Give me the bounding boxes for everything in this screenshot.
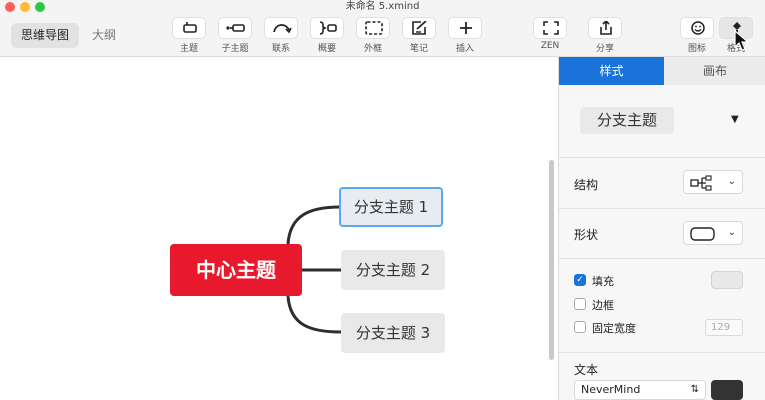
- relationship-button[interactable]: 联系: [262, 17, 300, 55]
- subtopic-button[interactable]: 子主题: [216, 17, 254, 55]
- shape-label: 形状: [574, 228, 599, 242]
- note-button[interactable]: 笔记: [400, 17, 438, 55]
- subtopic-icon: [218, 17, 252, 39]
- boundary-label: 外框: [363, 44, 382, 54]
- fixed-width-checkbox[interactable]: [574, 321, 586, 333]
- note-label: 笔记: [409, 44, 428, 54]
- tab-mindmap[interactable]: 思维导图: [11, 23, 79, 48]
- share-button[interactable]: 分享: [586, 17, 624, 55]
- format-panel: 样式 画布 分支主题 ▼ 结构 ⌄ 形状 ⌄ ✓ 填充 边框 固定宽度 129 …: [558, 57, 765, 400]
- font-color-swatch[interactable]: [711, 380, 743, 400]
- structure-label: 结构: [574, 178, 599, 192]
- icon-button[interactable]: 图标: [678, 17, 716, 55]
- chevron-down-icon: ⌄: [727, 176, 736, 187]
- insert-label: 插入: [455, 44, 474, 54]
- shape-picker[interactable]: ⌄: [683, 221, 743, 245]
- plus-icon: [448, 17, 482, 39]
- tab-outline[interactable]: 大纲: [85, 23, 123, 48]
- text-label: 文本: [574, 363, 599, 377]
- mindmap-canvas[interactable]: [0, 57, 558, 400]
- subtopic-label: 子主题: [221, 44, 249, 54]
- relationship-icon: [264, 17, 298, 39]
- topic-label: 主题: [179, 44, 198, 54]
- structure-section: 结构 ⌄: [559, 158, 765, 209]
- toolbar: 思维导图 大纲 主题 子主题 联系 概要 外框 笔记 插入 ZEN 分享 图标 …: [0, 14, 765, 57]
- share-icon: [588, 17, 622, 39]
- zen-label: ZEN: [540, 41, 560, 51]
- canvas-scrollbar[interactable]: [549, 160, 554, 360]
- relationship-label: 联系: [271, 44, 290, 54]
- tab-canvas[interactable]: 画布: [664, 57, 765, 85]
- rounded-rect-icon: [690, 227, 715, 241]
- note-icon: [402, 17, 436, 39]
- tab-style[interactable]: 样式: [559, 57, 664, 85]
- shape-section: 形状 ⌄: [559, 209, 765, 259]
- view-switch: 思维导图 大纲: [11, 23, 123, 48]
- title-bar: 未命名 5.xmind: [0, 0, 765, 14]
- window-title: 未命名 5.xmind: [345, 1, 420, 12]
- summary-label: 概要: [317, 44, 336, 54]
- fill-border-section: ✓ 填充 边框 固定宽度 129: [559, 259, 765, 353]
- border-label: 边框: [592, 299, 614, 312]
- mouse-pointer-icon: [734, 30, 750, 51]
- fill-label: 填充: [592, 275, 614, 288]
- zen-button[interactable]: ZEN: [531, 17, 569, 55]
- fixed-width-label: 固定宽度: [592, 322, 636, 335]
- boundary-button[interactable]: 外框: [354, 17, 392, 55]
- branch-topic-1[interactable]: 分支主题 1: [339, 187, 443, 227]
- style-section: 分支主题 ▼: [559, 85, 765, 158]
- branch-topic-2[interactable]: 分支主题 2: [341, 250, 445, 290]
- zen-icon: [533, 17, 567, 39]
- font-family-value: NeverMind: [581, 383, 641, 396]
- smiley-icon: [680, 17, 714, 39]
- font-family-select[interactable]: NeverMind ⇅: [574, 380, 706, 400]
- fill-color-swatch[interactable]: [711, 271, 743, 289]
- style-preset-chip[interactable]: 分支主题: [580, 107, 674, 134]
- share-label: 分享: [595, 44, 614, 54]
- fill-checkbox[interactable]: ✓: [574, 274, 586, 286]
- insert-button[interactable]: 插入: [446, 17, 484, 55]
- summary-button[interactable]: 概要: [308, 17, 346, 55]
- structure-logic-icon: [690, 175, 712, 191]
- summary-icon: [310, 17, 344, 39]
- topic-icon: [172, 17, 206, 39]
- style-dropdown-icon[interactable]: ▼: [731, 114, 739, 125]
- chevron-down-icon: ⌄: [727, 227, 736, 238]
- panel-tabs: 样式 画布: [559, 57, 765, 85]
- border-checkbox[interactable]: [574, 298, 586, 310]
- fixed-width-input[interactable]: 129: [705, 319, 743, 336]
- topic-button[interactable]: 主题: [170, 17, 208, 55]
- icon-label: 图标: [687, 44, 706, 54]
- branch-topic-3[interactable]: 分支主题 3: [341, 313, 445, 353]
- updown-chevron-icon: ⇅: [690, 384, 699, 395]
- structure-picker[interactable]: ⌄: [683, 170, 743, 194]
- boundary-icon: [356, 17, 390, 39]
- central-topic[interactable]: 中心主题: [170, 244, 302, 296]
